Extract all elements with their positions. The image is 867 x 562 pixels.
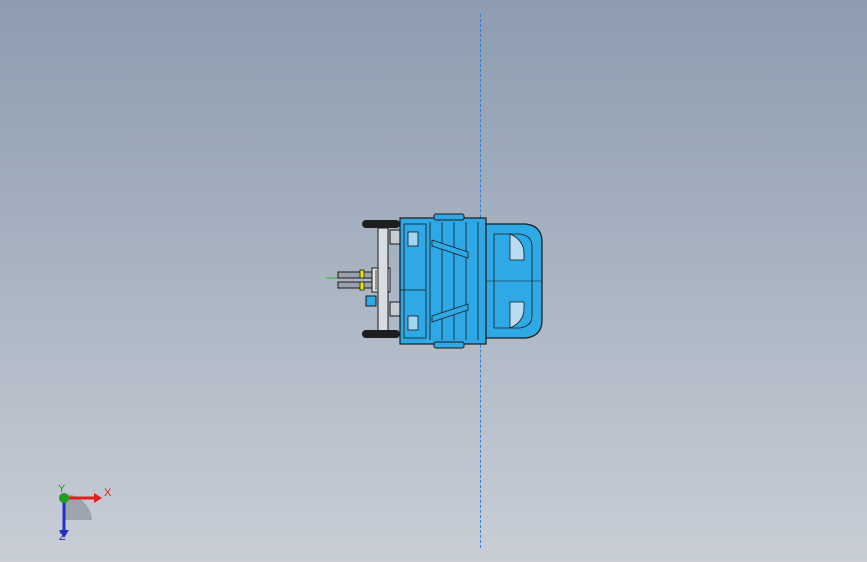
- front-fork-upper: [337, 271, 373, 279]
- yellow-marker-top: [359, 269, 365, 279]
- y-axis-label: Y: [58, 483, 66, 495]
- yellow-marker-bottom: [359, 281, 365, 291]
- vehicle-model-top-view[interactable]: [320, 212, 550, 352]
- blue-bracket: [365, 295, 377, 307]
- cad-viewport[interactable]: X Y Z: [0, 0, 867, 562]
- coordinate-triad: X Y Z: [46, 480, 126, 550]
- wheel-front-left: [362, 220, 400, 228]
- wheel-front-right: [362, 330, 400, 338]
- front-axle: [377, 227, 389, 335]
- z-axis-label: Z: [59, 531, 66, 543]
- front-fork-lower: [337, 281, 373, 289]
- x-axis-label: X: [104, 487, 112, 499]
- window-top: [407, 231, 419, 247]
- window-bottom: [407, 315, 419, 331]
